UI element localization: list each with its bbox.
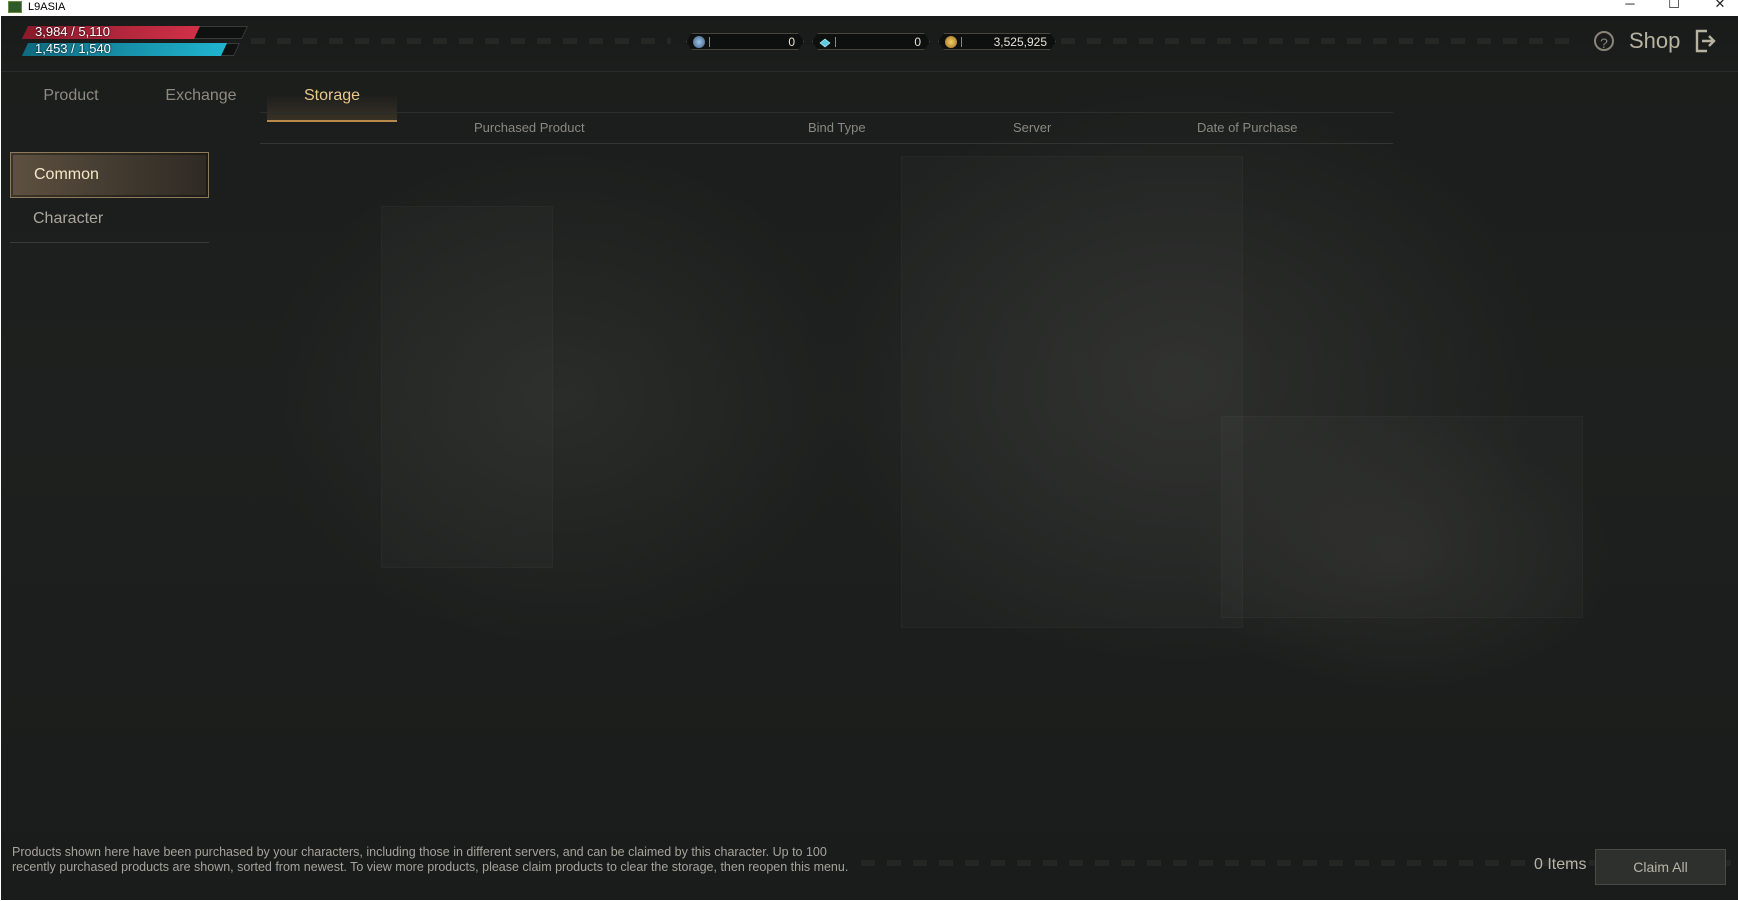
background-structure bbox=[381, 206, 553, 568]
top-hud: 3,984 / 5,110 1,453 / 1,540 0 0 3,525,92… bbox=[1, 16, 1738, 72]
tab-exchange[interactable]: Exchange bbox=[141, 72, 261, 120]
decorative-border bbox=[251, 38, 671, 44]
close-icon[interactable]: ✕ bbox=[1710, 0, 1730, 12]
currency-slot-1: 0 bbox=[686, 33, 804, 50]
currency-slot-2: 0 bbox=[812, 33, 930, 50]
currency-value: 0 bbox=[914, 35, 921, 49]
column-purchased-product: Purchased Product bbox=[474, 120, 585, 135]
background-structure bbox=[901, 156, 1243, 628]
currency-slot-3: 3,525,925 bbox=[938, 33, 1056, 50]
tab-product[interactable]: Product bbox=[11, 72, 131, 120]
shop-window: 3,984 / 5,110 1,453 / 1,540 0 0 3,525,92… bbox=[1, 16, 1738, 900]
table-header: Purchased Product Bind Type Server Date … bbox=[260, 112, 1393, 144]
window-titlebar: L9ASIA ─ ☐ ✕ bbox=[0, 0, 1738, 16]
window-title: L9ASIA bbox=[28, 1, 66, 13]
exit-icon[interactable] bbox=[1694, 28, 1716, 54]
shop-title: Shop bbox=[1629, 28, 1681, 53]
storage-note: Products shown here have been purchased … bbox=[12, 845, 849, 874]
column-date-of-purchase: Date of Purchase bbox=[1197, 120, 1298, 135]
column-bind-type: Bind Type bbox=[808, 120, 866, 135]
help-icon[interactable]: ? bbox=[1594, 31, 1614, 51]
column-server: Server bbox=[1013, 120, 1052, 135]
items-count: 0 Items bbox=[1534, 856, 1587, 873]
gold-coin-icon bbox=[945, 36, 957, 48]
mp-bar: 1,453 / 1,540 bbox=[21, 41, 241, 56]
maximize-icon[interactable]: ☐ bbox=[1664, 0, 1684, 12]
diamond-icon bbox=[819, 36, 831, 48]
category-common[interactable]: Common bbox=[10, 152, 209, 198]
currency-value: 0 bbox=[788, 35, 795, 49]
currency-value: 3,525,925 bbox=[993, 35, 1047, 49]
app-icon bbox=[8, 1, 22, 13]
mp-value: 1,453 / 1,540 bbox=[35, 41, 111, 56]
category-character[interactable]: Character bbox=[10, 197, 209, 243]
blue-orb-icon bbox=[693, 36, 705, 48]
hp-value: 3,984 / 5,110 bbox=[35, 24, 110, 39]
hp-bar: 3,984 / 5,110 bbox=[21, 24, 249, 39]
background-structure bbox=[1221, 416, 1583, 618]
decorative-border bbox=[1061, 38, 1571, 44]
claim-all-button[interactable]: Claim All bbox=[1595, 849, 1726, 885]
minimize-icon[interactable]: ─ bbox=[1620, 0, 1640, 11]
